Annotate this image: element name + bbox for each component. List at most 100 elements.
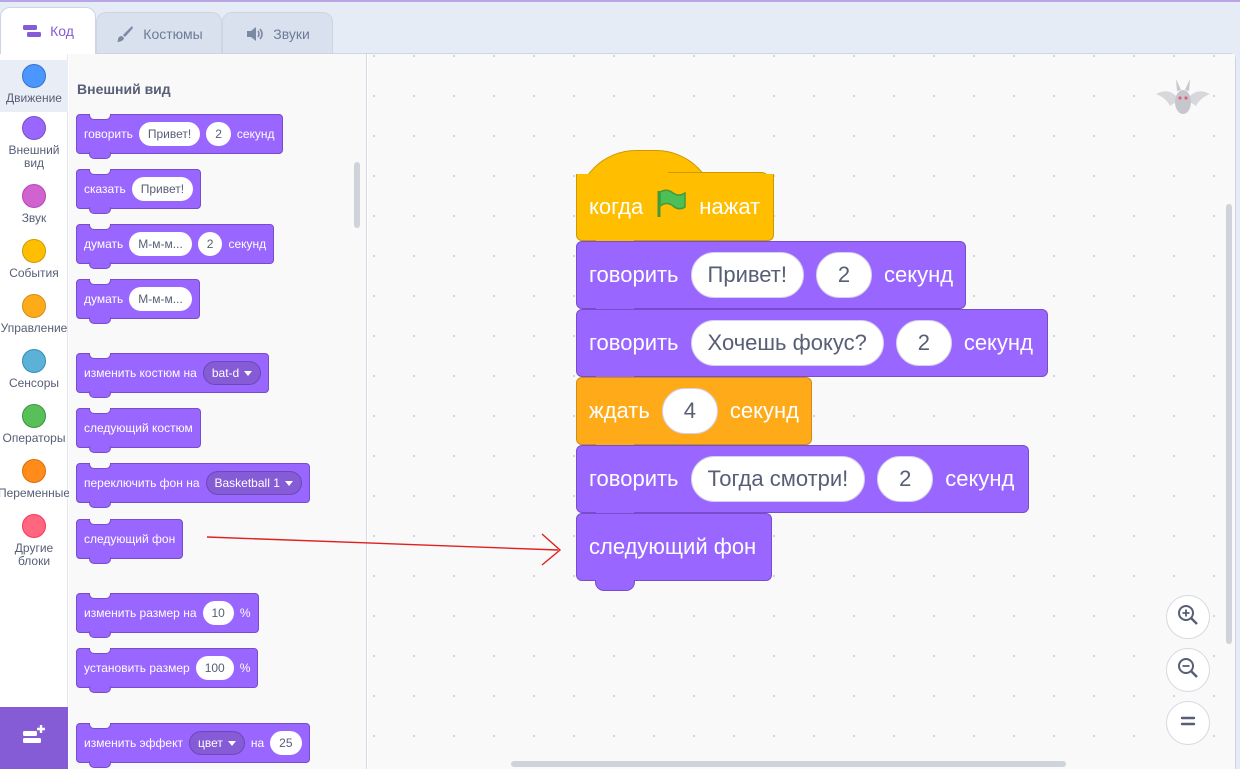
say-for-secs-block[interactable]: говорить Тогда смотри! 2 секунд xyxy=(576,445,1029,523)
block-label: секунд xyxy=(228,237,267,251)
palette-block-set-size[interactable]: установить размер 100 % xyxy=(76,648,259,693)
costume-dropdown[interactable]: bat-d xyxy=(202,361,262,385)
brush-icon xyxy=(115,25,135,43)
looks-color-dot xyxy=(22,116,46,140)
block-label: секунд xyxy=(963,330,1033,355)
block-label: установить размер xyxy=(84,661,190,675)
add-extension-icon xyxy=(21,724,47,753)
block-label: говорить xyxy=(589,330,679,355)
dropdown-value: цвет xyxy=(197,736,223,750)
category-label: Внешний вид xyxy=(8,143,60,170)
add-extension-button[interactable] xyxy=(0,707,68,769)
block-label: думать xyxy=(84,237,124,251)
palette-scrollbar[interactable] xyxy=(354,162,360,228)
operators-color-dot xyxy=(22,404,46,428)
sound-color-dot xyxy=(22,184,46,208)
block-label: переключить фон на xyxy=(84,476,200,490)
size-input[interactable]: 10 xyxy=(202,601,234,625)
tab-costumes-label: Костюмы xyxy=(143,25,203,42)
category-label: Сенсоры xyxy=(8,376,60,390)
block-label: нажат xyxy=(699,194,761,219)
category-variables[interactable]: Переменные xyxy=(0,459,71,503)
workspace-vertical-scrollbar[interactable] xyxy=(1226,204,1232,644)
block-label: секунд xyxy=(945,466,1015,491)
category-events[interactable]: События xyxy=(0,239,68,283)
message-input[interactable]: Привет! xyxy=(690,252,804,298)
palette-block-change-size[interactable]: изменить размер на 10 % xyxy=(76,593,259,638)
category-label: Звук xyxy=(21,211,47,225)
block-notch xyxy=(595,580,635,591)
palette-block-switch-backdrop[interactable]: переключить фон на Basketball 1 xyxy=(76,463,310,508)
editor-tabs: Код Костюмы Звуки xyxy=(0,6,1240,54)
say-for-secs-block[interactable]: говорить Привет! 2 секунд xyxy=(576,241,966,319)
seconds-input[interactable]: 2 xyxy=(206,122,231,146)
backdrop-dropdown[interactable]: Basketball 1 xyxy=(205,471,302,495)
category-operators[interactable]: Операторы xyxy=(0,404,68,448)
palette-block-think-for-secs[interactable]: думать М-м-м... 2 секунд xyxy=(76,224,275,269)
category-sound[interactable]: Звук xyxy=(0,184,68,228)
block-label: следующий фон xyxy=(84,532,176,546)
script-workspace[interactable]: когда нажат говорить Привет! 2 секунд го… xyxy=(368,54,1235,769)
category-label: Переменные xyxy=(0,486,71,500)
speaker-icon xyxy=(245,25,265,43)
palette-block-say[interactable]: сказать Привет! xyxy=(76,169,202,214)
caret-down-icon xyxy=(227,740,236,746)
zoom-reset-button[interactable] xyxy=(1166,701,1210,745)
message-input[interactable]: Хочешь фокус? xyxy=(690,320,884,366)
seconds-input[interactable]: 4 xyxy=(661,388,718,434)
category-label: Другие блоки xyxy=(14,541,54,568)
seconds-input[interactable]: 2 xyxy=(816,252,872,298)
workspace-horizontal-scrollbar[interactable] xyxy=(511,761,1066,767)
message-input[interactable]: Тогда смотри! xyxy=(690,456,866,502)
tab-sounds[interactable]: Звуки xyxy=(222,12,333,54)
zoom-out-button[interactable] xyxy=(1166,648,1210,692)
message-input[interactable]: М-м-м... xyxy=(129,287,192,311)
effect-amount-input[interactable]: 25 xyxy=(270,731,302,755)
message-input[interactable]: Привет! xyxy=(138,122,201,146)
red-arrow-annotation xyxy=(206,533,562,566)
palette-block-next-costume[interactable]: следующий костюм xyxy=(76,408,201,453)
block-label: следующий фон xyxy=(589,534,757,559)
tab-code[interactable]: Код xyxy=(0,7,96,54)
message-input[interactable]: Привет! xyxy=(131,177,194,201)
zoom-reset-icon xyxy=(1178,711,1198,736)
category-looks[interactable]: Внешний вид xyxy=(0,114,68,170)
wait-secs-block[interactable]: ждать 4 секунд xyxy=(576,377,812,455)
tab-sounds-label: Звуки xyxy=(273,25,310,42)
palette-block-say-for-secs[interactable]: говорить Привет! 2 секунд xyxy=(76,114,283,159)
motion-color-dot xyxy=(22,64,46,88)
tab-costumes[interactable]: Костюмы xyxy=(96,12,222,54)
category-label: Операторы xyxy=(2,431,66,445)
say-for-secs-block[interactable]: говорить Хочешь фокус? 2 секунд xyxy=(576,309,1048,387)
seconds-input[interactable]: 2 xyxy=(895,320,952,366)
size-input[interactable]: 100 xyxy=(195,656,234,680)
events-color-dot xyxy=(22,239,46,263)
dropdown-value: bat-d xyxy=(211,366,240,380)
block-label: сказать xyxy=(84,182,126,196)
message-input[interactable]: М-м-м... xyxy=(129,232,192,256)
category-sensing[interactable]: Сенсоры xyxy=(0,349,68,393)
green-flag-icon xyxy=(655,189,687,225)
palette-block-switch-costume[interactable]: изменить костюм на bat-d xyxy=(76,353,270,398)
seconds-input[interactable]: 2 xyxy=(197,232,223,256)
category-motion[interactable]: Движение xyxy=(0,60,68,112)
next-backdrop-block[interactable]: следующий фон xyxy=(576,513,772,591)
seconds-input[interactable]: 2 xyxy=(877,456,934,502)
palette-block-next-backdrop[interactable]: следующий фон xyxy=(76,519,184,564)
zoom-in-icon xyxy=(1176,603,1200,632)
block-label: секунд xyxy=(236,127,275,141)
palette-block-think[interactable]: думать М-м-м... xyxy=(76,279,200,324)
block-label: % xyxy=(239,606,251,620)
when-flag-clicked-block[interactable]: когда нажат xyxy=(576,174,774,251)
effect-dropdown[interactable]: цвет xyxy=(188,731,245,755)
caret-down-icon xyxy=(284,480,293,486)
zoom-in-button[interactable] xyxy=(1166,595,1210,639)
code-icon xyxy=(22,22,42,40)
palette-block-change-effect[interactable]: изменить эффект цвет на 25 xyxy=(76,723,310,768)
block-label: изменить костюм на xyxy=(84,366,197,380)
top-accent-strip xyxy=(0,0,1240,2)
block-label: когда xyxy=(589,194,644,219)
category-my-blocks[interactable]: Другие блоки xyxy=(0,514,68,570)
category-control[interactable]: Управление xyxy=(0,294,68,338)
dropdown-value: Basketball 1 xyxy=(214,476,280,490)
